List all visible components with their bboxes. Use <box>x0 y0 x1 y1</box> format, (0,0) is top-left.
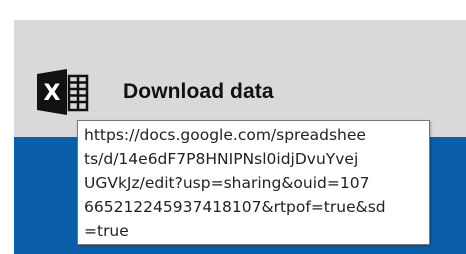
tooltip-url-line: ts/d/14e6dF7P8HNIPNsl0idjDvuYvej <box>84 150 359 168</box>
svg-text:X: X <box>44 81 61 106</box>
tooltip-url-line: UGVkJz/edit?usp=sharing&ouid=107 <box>84 174 370 192</box>
tooltip-url-line: https://docs.google.com/spreadshee <box>84 126 366 144</box>
tooltip-url-line: =true <box>84 222 129 240</box>
download-data-link[interactable]: X Download data <box>35 68 455 116</box>
tooltip-url-line: 665212245937418107&rtpof=true&sd <box>84 198 386 216</box>
url-tooltip: https://docs.google.com/spreadshee ts/d/… <box>77 120 430 245</box>
download-data-label: Download data <box>123 80 274 103</box>
excel-icon: X <box>35 68 100 116</box>
